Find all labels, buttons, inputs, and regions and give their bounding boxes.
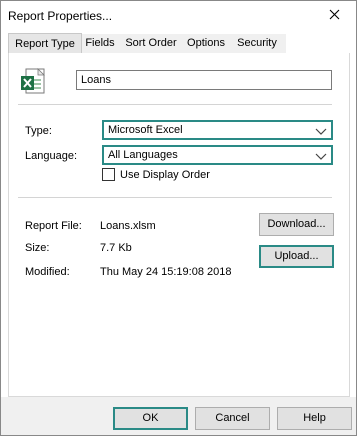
separator: [18, 104, 332, 105]
tab-sort-order[interactable]: Sort Order: [122, 34, 180, 52]
button-bar: OK Cancel Help: [1, 397, 356, 435]
report-name-input[interactable]: Loans: [76, 70, 332, 90]
title-bar: Report Properties...: [1, 1, 356, 31]
help-button[interactable]: Help: [277, 407, 352, 430]
close-button[interactable]: [312, 1, 356, 31]
language-select-value: All Languages: [108, 149, 178, 161]
report-properties-dialog: Report Properties... Report Type Fields …: [0, 0, 357, 436]
modified-label: Modified:: [25, 266, 70, 278]
tab-fields[interactable]: Fields: [82, 34, 118, 52]
ok-button[interactable]: OK: [113, 407, 188, 430]
download-button[interactable]: Download...: [259, 213, 334, 236]
cancel-button[interactable]: Cancel: [195, 407, 270, 430]
close-icon: [329, 9, 340, 23]
size-value: 7.7 Kb: [100, 242, 132, 254]
language-label: Language:: [25, 150, 77, 162]
chevron-down-icon: [315, 150, 327, 166]
upload-button[interactable]: Upload...: [259, 245, 334, 268]
modified-value: Thu May 24 15:19:08 2018: [100, 266, 232, 278]
window-title: Report Properties...: [8, 9, 113, 23]
use-display-order-label[interactable]: Use Display Order: [120, 169, 210, 181]
tab-strip: Report Type Fields Sort Order Options Se…: [8, 33, 286, 54]
separator: [18, 197, 332, 198]
tab-report-type[interactable]: Report Type: [8, 33, 82, 54]
report-file-value: Loans.xlsm: [100, 220, 156, 232]
type-select[interactable]: Microsoft Excel: [102, 120, 333, 140]
type-select-value: Microsoft Excel: [108, 124, 183, 136]
language-select[interactable]: All Languages: [102, 145, 333, 165]
use-display-order-checkbox[interactable]: [102, 168, 115, 181]
size-label: Size:: [25, 242, 50, 254]
chevron-down-icon: [315, 125, 327, 141]
tab-security[interactable]: Security: [232, 34, 282, 52]
excel-file-icon: [18, 68, 50, 99]
report-file-label: Report File:: [25, 220, 82, 232]
type-label: Type:: [25, 125, 52, 137]
tab-options[interactable]: Options: [184, 34, 228, 52]
